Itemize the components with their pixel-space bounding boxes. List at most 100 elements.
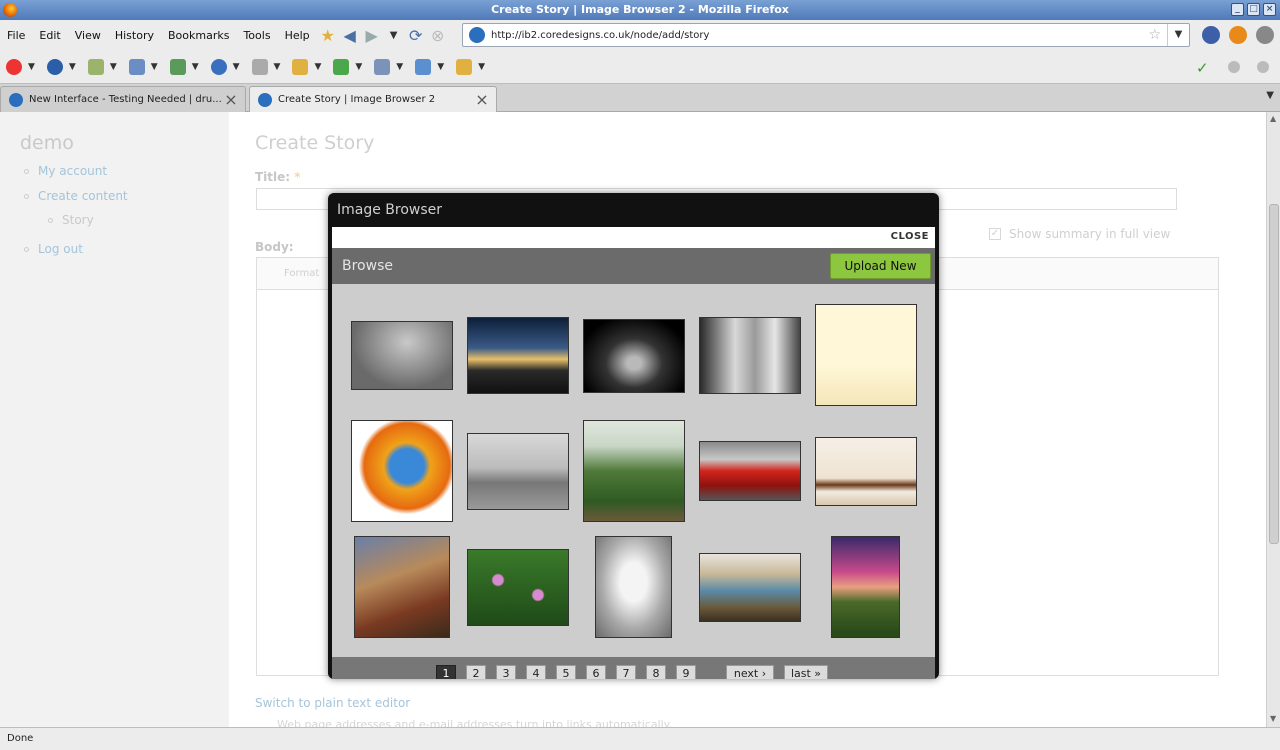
page-scrollbar[interactable]: ▲ ▼ bbox=[1266, 112, 1280, 727]
upload-new-button[interactable]: Upload New bbox=[830, 253, 931, 279]
close-tab-icon[interactable]: × bbox=[223, 90, 239, 109]
image-browser-modal: Image Browser CLOSE Browse Upload New 1 … bbox=[328, 193, 939, 679]
thumb-art bbox=[584, 320, 684, 392]
gear-icon[interactable] bbox=[1256, 26, 1274, 44]
pager-next[interactable]: next › bbox=[726, 665, 774, 679]
image-thumb-cabana[interactable] bbox=[699, 553, 801, 622]
close-tab-icon[interactable]: × bbox=[474, 90, 490, 109]
sidebar-link-story[interactable]: Story bbox=[62, 213, 94, 227]
validation-ok-icon[interactable]: ✓ bbox=[1196, 59, 1209, 77]
image-thumb-firefox-logo[interactable] bbox=[351, 420, 453, 522]
page-9[interactable]: 9 bbox=[676, 665, 696, 679]
modal-title: Image Browser bbox=[337, 202, 443, 218]
status-bar: Done bbox=[0, 727, 1280, 750]
site-name[interactable]: demo bbox=[20, 132, 74, 154]
menu-bookmarks[interactable]: Bookmarks bbox=[161, 29, 236, 42]
reload-icon[interactable]: ⟳ bbox=[405, 24, 427, 46]
back-arrow-icon[interactable]: ◀ bbox=[339, 24, 361, 46]
image-thumb-phone-sunset-wallpaper[interactable] bbox=[831, 536, 900, 638]
image-thumb-concept-car[interactable] bbox=[583, 319, 685, 393]
options-tool[interactable]: ▼ bbox=[456, 58, 485, 75]
outline-tool[interactable]: ▼ bbox=[292, 58, 321, 75]
modal-close-button[interactable]: CLOSE bbox=[891, 231, 929, 242]
addon-icon-2[interactable] bbox=[1229, 26, 1247, 44]
url-dropdown-icon[interactable]: ▼ bbox=[1167, 24, 1189, 46]
menu-edit[interactable]: Edit bbox=[32, 29, 67, 42]
status-grey-icon-2[interactable] bbox=[1257, 61, 1269, 73]
image-thumb-cyrillic-banner[interactable] bbox=[815, 304, 917, 406]
image-thumb-yoga-pose[interactable] bbox=[351, 321, 453, 390]
cookies-tool[interactable]: ▼ bbox=[46, 58, 76, 75]
maximize-button[interactable]: □ bbox=[1247, 3, 1260, 16]
images-tool[interactable]: ▼ bbox=[169, 58, 199, 75]
view-source-tool[interactable]: ▼ bbox=[415, 58, 444, 75]
scroll-thumb[interactable] bbox=[1269, 204, 1279, 544]
menu-tools[interactable]: Tools bbox=[236, 29, 277, 42]
thumb-art bbox=[352, 322, 452, 389]
thumb-art bbox=[468, 318, 568, 393]
stop-icon[interactable]: ⊗ bbox=[427, 24, 449, 46]
sidebar-link-create-content[interactable]: Create content bbox=[38, 189, 128, 203]
page-3[interactable]: 3 bbox=[496, 665, 516, 679]
history-dropdown-icon[interactable]: ▼ bbox=[383, 24, 405, 46]
image-thumb-red-sports-car[interactable] bbox=[699, 441, 801, 501]
scroll-down-icon[interactable]: ▼ bbox=[1270, 714, 1276, 723]
image-thumb-utility-vehicle[interactable] bbox=[467, 433, 569, 510]
disable-tool[interactable]: ▼ bbox=[6, 58, 35, 75]
page-7[interactable]: 7 bbox=[616, 665, 636, 679]
resize-icon bbox=[333, 58, 350, 75]
summary-checkbox[interactable]: ✓ bbox=[989, 228, 1001, 240]
page-title: Create Story bbox=[255, 132, 375, 154]
url-text[interactable]: http://ib2.coredesigns.co.uk/node/add/st… bbox=[491, 30, 1148, 41]
page-4[interactable]: 4 bbox=[526, 665, 546, 679]
information-tool[interactable]: ▼ bbox=[210, 58, 240, 75]
pencil-icon bbox=[292, 58, 309, 75]
status-grey-icon-1[interactable] bbox=[1228, 61, 1240, 73]
image-thumb-water-lilies[interactable] bbox=[467, 549, 569, 626]
page-sidebar: demo My account Create content Story Log… bbox=[0, 112, 229, 727]
image-thumb-sunset[interactable] bbox=[467, 317, 569, 394]
image-thumb-white-cat[interactable] bbox=[595, 536, 672, 638]
image-thumb-bathroom[interactable] bbox=[815, 437, 917, 506]
addon-icon-1[interactable] bbox=[1202, 26, 1220, 44]
sidebar-link-log-out[interactable]: Log out bbox=[38, 242, 83, 256]
resize-tool[interactable]: ▼ bbox=[333, 58, 362, 75]
miscellaneous-tool[interactable]: ▼ bbox=[251, 58, 280, 75]
url-bar[interactable]: http://ib2.coredesigns.co.uk/node/add/st… bbox=[462, 23, 1190, 47]
bookmark-page-icon[interactable]: ☆ bbox=[1148, 27, 1161, 43]
menu-help[interactable]: Help bbox=[278, 29, 317, 42]
minimize-button[interactable]: _ bbox=[1231, 3, 1244, 16]
page-2[interactable]: 2 bbox=[466, 665, 486, 679]
bookmark-star-icon[interactable]: ★ bbox=[317, 24, 339, 46]
thumb-art bbox=[584, 421, 684, 521]
tab-create-story[interactable]: Create Story | Image Browser 2 × bbox=[249, 86, 497, 112]
summary-checkbox-row[interactable]: ✓ Show summary in full view bbox=[989, 227, 1170, 241]
menu-bar: File Edit View History Bookmarks Tools H… bbox=[0, 20, 1280, 50]
tab-new-interface[interactable]: New Interface - Testing Needed | dru... … bbox=[0, 86, 246, 112]
image-thumb-garden[interactable] bbox=[583, 420, 685, 522]
title-label-text: Title: bbox=[255, 170, 291, 184]
plain-text-editor-link[interactable]: Switch to plain text editor bbox=[255, 696, 410, 710]
forward-arrow-icon[interactable]: ▶ bbox=[361, 24, 383, 46]
pager-bar: 1 2 3 4 5 6 7 8 9 next › last » bbox=[332, 657, 935, 679]
menu-history[interactable]: History bbox=[108, 29, 161, 42]
page-5[interactable]: 5 bbox=[556, 665, 576, 679]
menu-file[interactable]: File bbox=[0, 29, 32, 42]
site-favicon-icon bbox=[469, 27, 485, 43]
image-thumb-iron-maiden-art[interactable] bbox=[354, 536, 450, 638]
format-select[interactable]: Format bbox=[284, 268, 319, 279]
page-1[interactable]: 1 bbox=[436, 665, 456, 679]
page-8[interactable]: 8 bbox=[646, 665, 666, 679]
image-thumb-two-women[interactable] bbox=[699, 317, 801, 394]
scroll-up-icon[interactable]: ▲ bbox=[1270, 114, 1276, 123]
forms-tool[interactable]: ▼ bbox=[128, 58, 158, 75]
pager-last[interactable]: last » bbox=[784, 665, 828, 679]
menu-view[interactable]: View bbox=[68, 29, 108, 42]
tools-tool[interactable]: ▼ bbox=[374, 58, 403, 75]
status-text: Done bbox=[7, 733, 34, 744]
tab-list-icon[interactable]: ▼ bbox=[1266, 90, 1274, 101]
sidebar-link-my-account[interactable]: My account bbox=[38, 164, 107, 178]
close-window-button[interactable]: × bbox=[1263, 3, 1276, 16]
page-6[interactable]: 6 bbox=[586, 665, 606, 679]
css-tool[interactable]: ▼ bbox=[87, 58, 117, 75]
